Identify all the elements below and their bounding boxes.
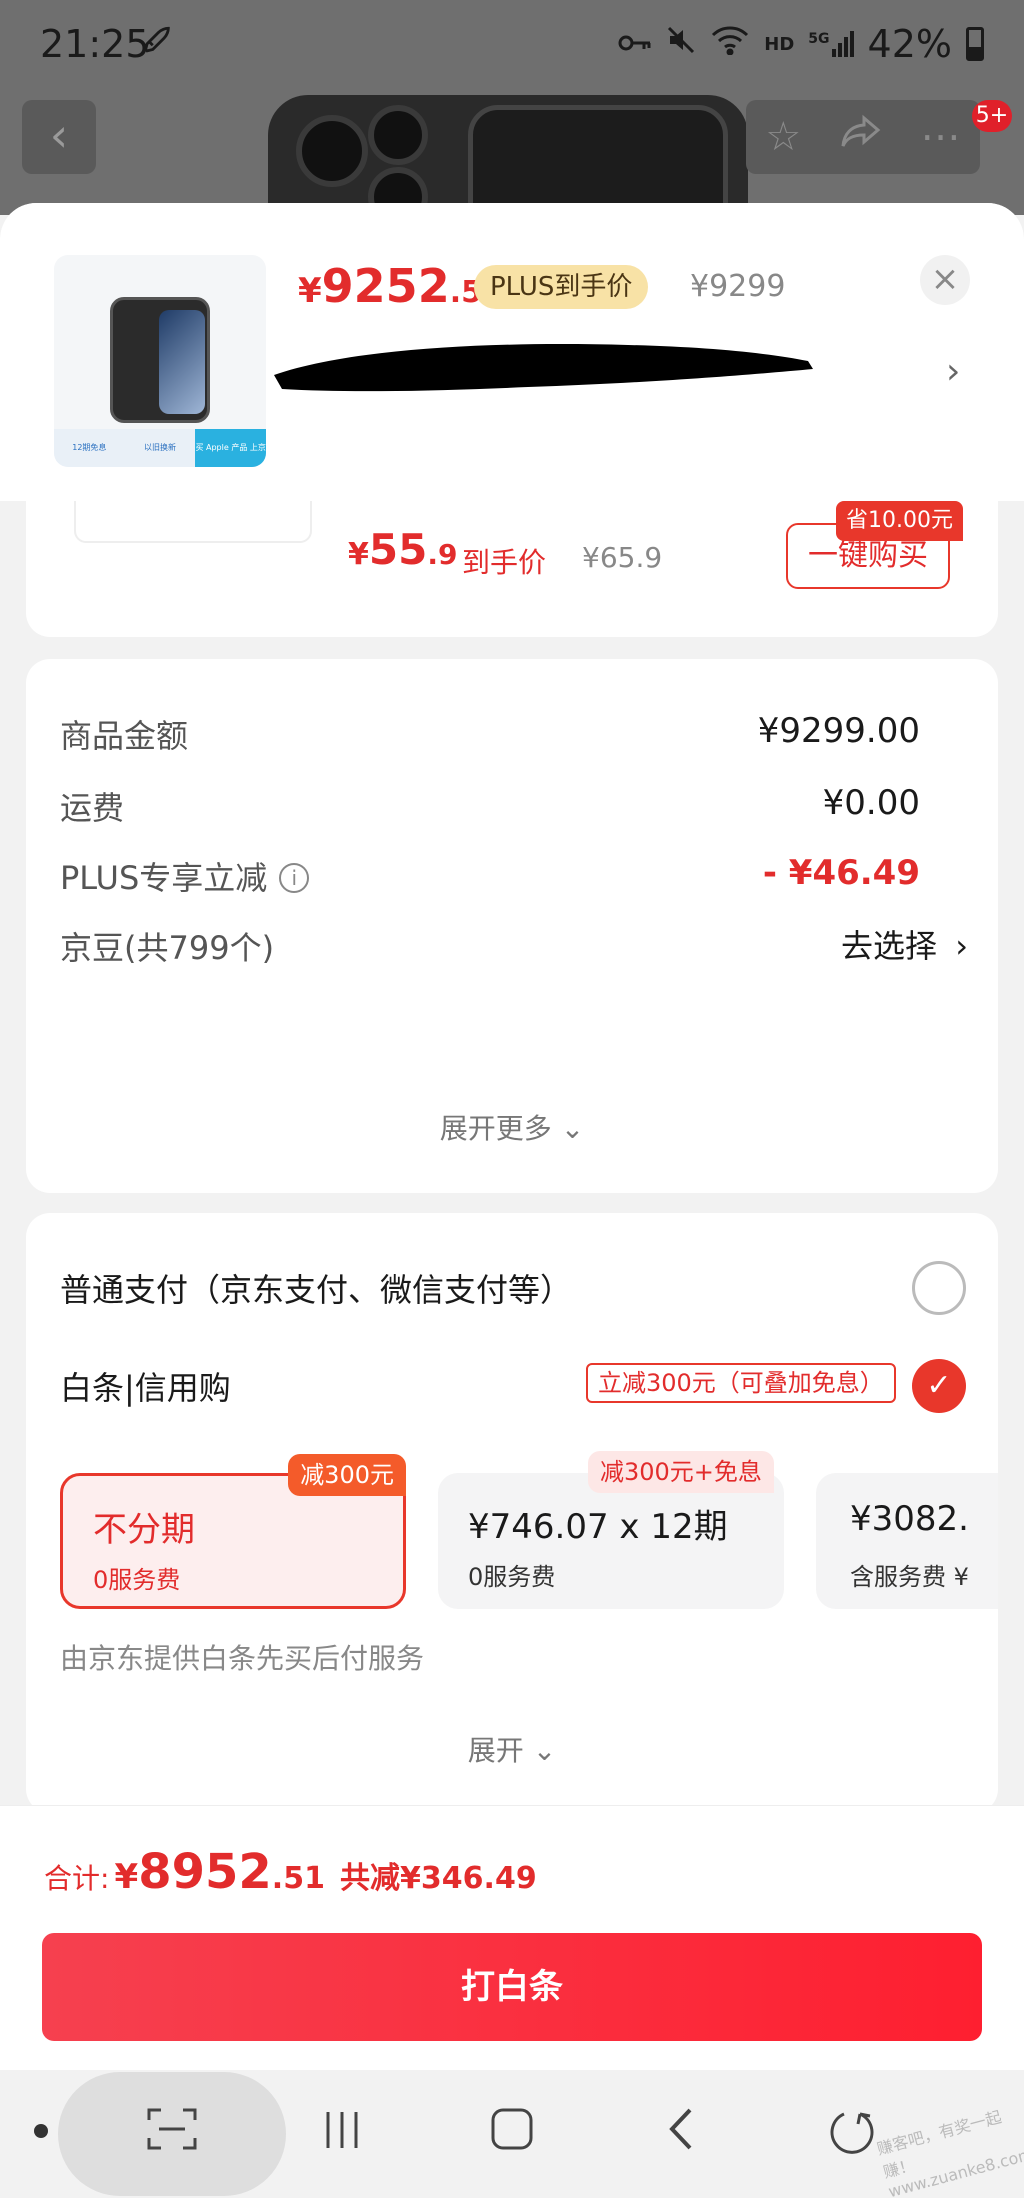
amount-summary: 商品金额 ¥9299.00 运费 ¥0.00 PLUS专享立减 i - ¥46.4… [26, 659, 998, 1193]
pay-baitiao-button[interactable]: 打白条 [42, 1933, 982, 2041]
baitiao-description: 由京东提供白条先买后付服务 [60, 1642, 425, 1675]
save-amount-tag: 省10.00元 [836, 501, 963, 541]
total-currency: ¥ [114, 1857, 139, 1897]
accessory-thumbnail[interactable] [74, 501, 312, 543]
payment-methods: 普通支付（京东支付、微信支付等） 白条|信用购 立减300元（可叠加免息） ✓ … [26, 1213, 998, 1813]
rocket-icon [140, 24, 174, 67]
product-summary: 12期免息 以旧换新 买 Apple 产品 上京东 ¥9252.51 PLUS到… [0, 203, 1024, 501]
plan-fee: 0服务费 [468, 1563, 556, 1591]
info-icon[interactable]: i [279, 863, 310, 893]
hd-label: HD [764, 33, 795, 55]
accessory-card: ¥55.9 到手价 ¥65.9 一键购买 省10.00元 [26, 501, 998, 637]
jingdou-label: 京豆(共799个) [60, 929, 275, 967]
product-price: ¥9252.51 [298, 259, 503, 313]
plan-fee: 含服务费 ¥ [850, 1563, 969, 1591]
normal-payment-radio[interactable] [912, 1261, 966, 1315]
home-icon[interactable] [477, 2106, 547, 2166]
expand-more-toggle[interactable]: 展开更多 ⌄ [26, 1107, 998, 1147]
product-thumbnail[interactable]: 12期免息 以旧换新 买 Apple 产品 上京东 [54, 255, 266, 467]
promo-text: 买 Apple 产品 上京东 [195, 429, 266, 467]
expand-label: 展开 [467, 1734, 524, 1767]
nav-back-icon[interactable] [647, 2106, 717, 2166]
total-bar: 合计: ¥8952.51 共减¥346.49 [0, 1805, 1024, 1925]
share-icon[interactable] [840, 114, 882, 160]
favorite-star-icon[interactable]: ☆ [765, 114, 801, 160]
goods-amount-label: 商品金额 [60, 717, 189, 755]
shipping-value: ¥0.00 [822, 783, 920, 823]
chevron-down-icon: ⌄ [560, 1112, 585, 1145]
jingdou-select[interactable]: 去选择 › [841, 921, 968, 967]
price-currency: ¥ [348, 537, 369, 572]
normal-payment-label[interactable]: 普通支付（京东支付、微信支付等） [60, 1265, 572, 1311]
installment-option-12[interactable]: 减300元+免息 ¥746.07 x 12期 0服务费 [438, 1451, 784, 1609]
arrive-price-label: 到手价 [462, 546, 547, 579]
baitiao-promo-tag: 立减300元（可叠加免息） [586, 1363, 896, 1403]
more-icon[interactable]: ⋯ [921, 114, 961, 160]
chevron-right-icon: › [955, 927, 968, 965]
jingdou-select-label: 去选择 [841, 927, 938, 965]
battery-percent: 42% [867, 22, 952, 66]
price-integer: 55 [368, 525, 428, 574]
signal-icon: 5G [808, 31, 854, 57]
price-currency: ¥ [298, 271, 322, 311]
top-actions: ☆ ⋯ [746, 100, 980, 174]
total-amount: 合计: ¥8952.51 共减¥346.49 [44, 1844, 537, 1900]
plus-price-tag: PLUS到手价 [474, 265, 649, 309]
recent-apps-icon[interactable] [307, 2106, 377, 2166]
shipping-label: 运费 [60, 789, 125, 827]
installment-option-none[interactable]: 减300元 不分期 0服务费 [60, 1454, 406, 1609]
price-integer: 9252 [321, 259, 450, 313]
accessory-original-price: ¥65.9 [582, 541, 663, 574]
total-label: 合计: [44, 1862, 110, 1895]
plan-tag: 减300元 [288, 1454, 406, 1496]
close-button[interactable]: × [920, 255, 970, 305]
total-integer: 8952 [138, 1844, 272, 1900]
status-icons: HD 5G 42% [618, 22, 984, 66]
scan-icon[interactable] [137, 2106, 207, 2166]
baitiao-radio-checked[interactable]: ✓ [912, 1359, 966, 1413]
plan-fee: 0服务费 [93, 1566, 181, 1594]
total-decimal: .51 [271, 1861, 325, 1896]
back-button[interactable]: ‹ [22, 100, 96, 174]
original-price: ¥9299 [690, 269, 786, 304]
vpn-key-icon [618, 24, 652, 64]
plus-discount-label: PLUS专享立减 [60, 859, 268, 897]
battery-icon [966, 27, 984, 61]
action-area: 打白条 [0, 1925, 1024, 2075]
mute-icon [666, 24, 696, 64]
plan-title: ¥746.07 x 12期 [468, 1507, 728, 1547]
wifi-icon [710, 24, 750, 64]
baitiao-payment-label[interactable]: 白条|信用购 [60, 1363, 231, 1409]
checkout-sheet: 12期免息 以旧换新 买 Apple 产品 上京东 ¥9252.51 PLUS到… [0, 203, 1024, 2198]
redacted-title-scribble [268, 335, 816, 397]
promo-text: 12期免息 [72, 443, 107, 452]
plan-title: ¥3082. [850, 1499, 969, 1539]
plus-discount-row: PLUS专享立减 i [60, 853, 310, 899]
installment-option-3[interactable]: ¥3082. 含服务费 ¥ [816, 1473, 998, 1609]
nav-dot-indicator [34, 2124, 48, 2138]
plan-title: 不分期 [93, 1510, 195, 1550]
thumbnail-promo-strip: 12期免息 以旧换新 买 Apple 产品 上京东 [54, 429, 266, 467]
status-time: 21:25 [40, 22, 150, 66]
plan-tag: 减300元+免息 [588, 1451, 774, 1493]
price-decimal: .9 [427, 538, 458, 571]
chevron-down-icon: ⌄ [532, 1734, 557, 1767]
accessory-price: ¥55.9 [348, 525, 457, 574]
total-saved: 共减¥346.49 [340, 1861, 537, 1896]
notification-badge: 5+ [972, 100, 1012, 132]
promo-text: 以旧换新 [144, 443, 176, 452]
goods-amount-value: ¥9299.00 [757, 711, 920, 751]
expand-more-label: 展开更多 [439, 1112, 552, 1145]
expand-toggle[interactable]: 展开 ⌄ [26, 1729, 998, 1769]
network-gen: 5G [808, 31, 830, 47]
plus-discount-value: - ¥46.49 [762, 853, 920, 893]
chevron-right-icon[interactable]: › [946, 351, 960, 392]
